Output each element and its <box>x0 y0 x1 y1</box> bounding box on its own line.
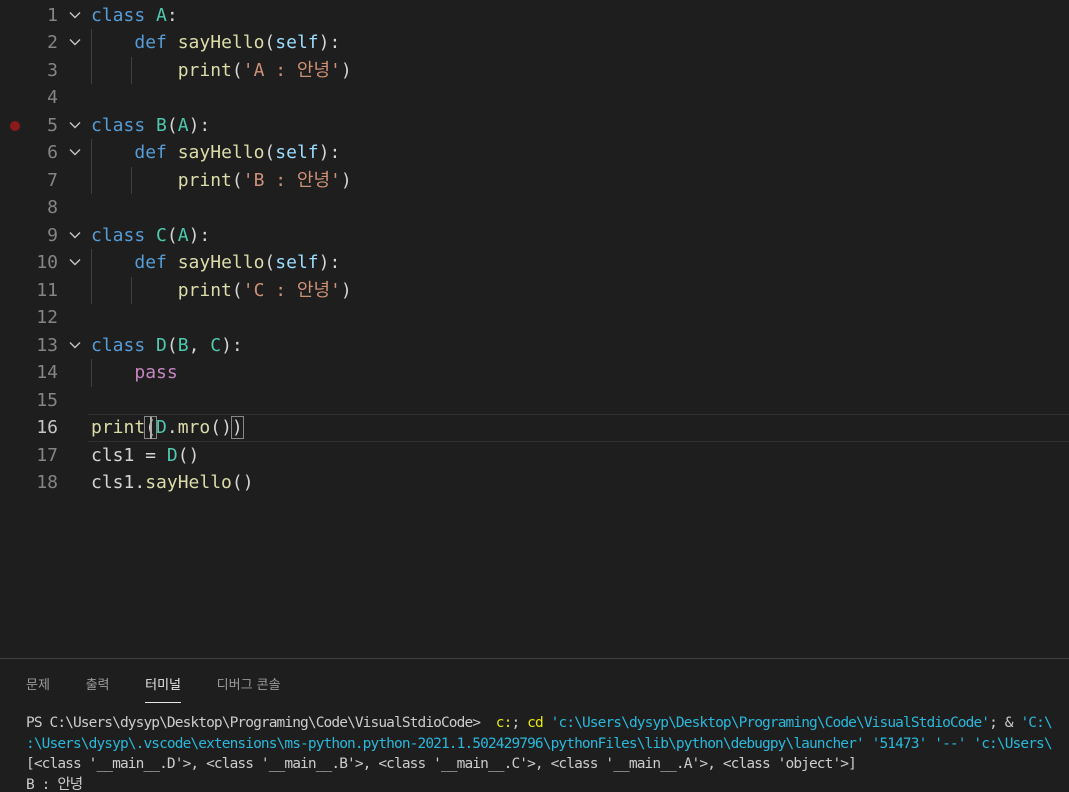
code-line[interactable]: def sayHello(self): <box>91 139 340 167</box>
chevron-down-icon[interactable] <box>68 2 82 30</box>
chevron-down-icon[interactable] <box>68 222 82 250</box>
line-number: 14 <box>0 359 58 387</box>
line-number: 8 <box>0 194 58 222</box>
code-line[interactable]: class D(B, C): <box>91 332 243 360</box>
line-number: 1 <box>0 2 58 30</box>
chevron-down-icon[interactable] <box>68 112 82 140</box>
code-line[interactable]: print('A : 안녕') <box>91 57 352 85</box>
text-cursor <box>150 417 152 439</box>
line-number: 7 <box>0 167 58 195</box>
line-number: 10 <box>0 249 58 277</box>
tab-terminal[interactable]: 터미널 <box>145 676 181 703</box>
terminal-line: B : 안녕 <box>26 775 1069 792</box>
line-number: 16 <box>0 414 58 442</box>
chevron-down-icon[interactable] <box>68 29 82 57</box>
code-line[interactable]: class C(A): <box>91 222 210 250</box>
line-number: 9 <box>0 222 58 250</box>
line-number: 4 <box>0 84 58 112</box>
tab-problems[interactable]: 문제 <box>26 676 50 702</box>
terminal-line: :\Users\dysyp\.vscode\extensions\ms-pyth… <box>26 734 1069 755</box>
line-number: 17 <box>0 442 58 470</box>
code-line[interactable]: cls1 = D() <box>91 442 199 470</box>
line-number: 11 <box>0 277 58 305</box>
chevron-down-icon[interactable] <box>68 139 82 167</box>
line-number: 15 <box>0 387 58 415</box>
line-number: 18 <box>0 469 58 497</box>
line-number: 6 <box>0 139 58 167</box>
chevron-down-icon[interactable] <box>68 332 82 360</box>
code-line[interactable]: cls1.sayHello() <box>91 469 254 497</box>
code-editor[interactable]: 1 class A: 2 def sayHello(self): 3 print('A… <box>0 0 1069 658</box>
tab-output[interactable]: 출력 <box>86 676 110 702</box>
code-line[interactable]: pass <box>91 359 178 387</box>
terminal-output[interactable]: PS C:\Users\dysyp\Desktop\Programing\Cod… <box>26 713 1069 792</box>
terminal-line: PS C:\Users\dysyp\Desktop\Programing\Cod… <box>26 713 1069 734</box>
terminal-line: [<class '__main__.D'>, <class '__main__.… <box>26 754 1069 775</box>
chevron-down-icon[interactable] <box>68 249 82 277</box>
code-line[interactable]: def sayHello(self): <box>91 29 340 57</box>
line-number: 12 <box>0 304 58 332</box>
code-line[interactable]: class A: <box>91 2 178 30</box>
code-line[interactable]: class B(A): <box>91 112 210 140</box>
line-number: 3 <box>0 57 58 85</box>
code-line[interactable]: print('B : 안녕') <box>91 167 352 195</box>
bottom-panel: 문제 출력 터미널 디버그 콘솔 PS C:\Users\dysyp\Deskt… <box>0 658 1069 792</box>
line-number: 13 <box>0 332 58 360</box>
code-line[interactable]: def sayHello(self): <box>91 249 340 277</box>
tab-debug-console[interactable]: 디버그 콘솔 <box>217 676 281 702</box>
line-number: 2 <box>0 29 58 57</box>
line-number: 5 <box>0 112 58 140</box>
code-line[interactable]: print(D.mro()) <box>91 414 243 442</box>
code-line[interactable]: print('C : 안녕') <box>91 277 352 305</box>
panel-tabs: 문제 출력 터미널 디버그 콘솔 <box>26 674 307 702</box>
